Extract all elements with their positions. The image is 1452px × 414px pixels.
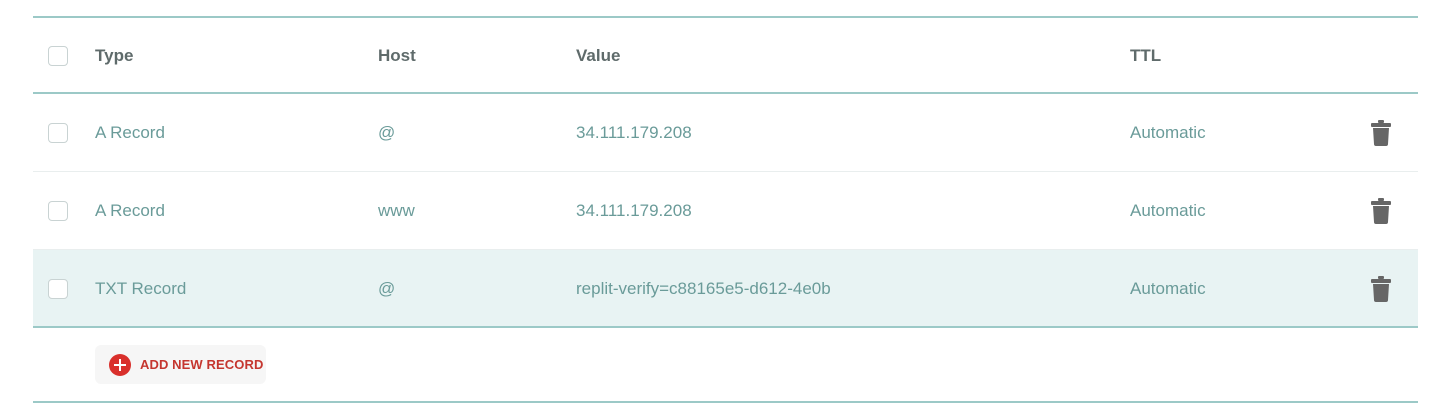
record-host: @ bbox=[378, 278, 396, 298]
record-type: TXT Record bbox=[95, 278, 187, 298]
table-header: Type Host Value TTL bbox=[33, 18, 1418, 93]
record-ttl: Automatic bbox=[1130, 123, 1206, 142]
add-new-record-button[interactable]: ADD NEW RECORD bbox=[95, 345, 266, 384]
table-row[interactable]: TXT Record @ replit-verify=c88165e5-d612… bbox=[33, 250, 1418, 327]
column-header-value[interactable]: Value bbox=[576, 46, 620, 66]
record-type: A Record bbox=[95, 123, 165, 142]
trash-icon bbox=[1371, 120, 1391, 146]
row-checkbox[interactable] bbox=[48, 278, 68, 299]
delete-record-button[interactable] bbox=[1371, 197, 1391, 224]
record-ttl: Automatic bbox=[1130, 278, 1206, 298]
delete-record-button[interactable] bbox=[1371, 120, 1391, 146]
column-header-type[interactable]: Type bbox=[95, 46, 133, 66]
trash-icon bbox=[1371, 197, 1391, 224]
record-value: 34.111.179.208 bbox=[576, 123, 692, 142]
delete-record-button[interactable] bbox=[1371, 275, 1391, 302]
table-row[interactable]: A Record @ 34.111.179.208 Automatic bbox=[33, 95, 1418, 171]
record-host: @ bbox=[378, 123, 396, 142]
dns-records-table: Type Host Value TTL A Record @ 34.111.17… bbox=[33, 0, 1418, 414]
row-checkbox[interactable] bbox=[48, 123, 68, 143]
table-body-divider bbox=[33, 326, 1418, 328]
record-ttl: Automatic bbox=[1130, 200, 1206, 220]
header-divider bbox=[33, 92, 1418, 94]
record-value: 34.111.179.208 bbox=[576, 200, 692, 220]
trash-icon bbox=[1371, 275, 1391, 302]
column-header-host[interactable]: Host bbox=[378, 46, 416, 66]
table-bottom-divider bbox=[33, 401, 1418, 403]
add-new-record-label: ADD NEW RECORD bbox=[140, 357, 264, 372]
table-row[interactable]: A Record www 34.111.179.208 Automatic bbox=[33, 172, 1418, 249]
record-host: www bbox=[378, 200, 415, 220]
record-value: replit-verify=c88165e5-d612-4e0b bbox=[576, 278, 831, 298]
record-type: A Record bbox=[95, 200, 165, 220]
select-all-checkbox[interactable] bbox=[48, 45, 68, 66]
column-header-ttl[interactable]: TTL bbox=[1130, 46, 1161, 66]
plus-circle-icon bbox=[109, 353, 131, 376]
row-checkbox[interactable] bbox=[48, 200, 68, 221]
